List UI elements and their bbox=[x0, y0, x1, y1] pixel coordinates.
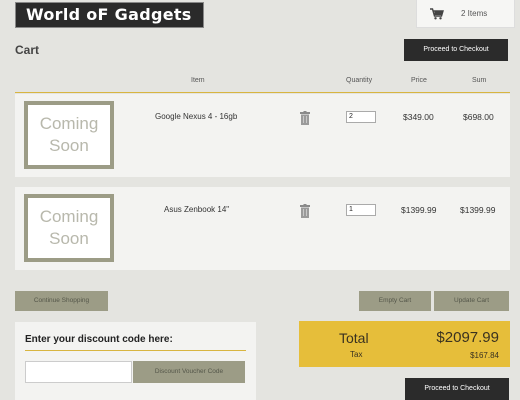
total-label: Total bbox=[339, 330, 369, 346]
proceed-to-checkout-button-top[interactable]: Proceed to Checkout bbox=[404, 39, 508, 61]
total-value: $2097.99 bbox=[436, 329, 499, 346]
item-sum: $1399.99 bbox=[460, 205, 496, 215]
empty-cart-button[interactable]: Empty Cart bbox=[359, 291, 431, 311]
trash-icon[interactable] bbox=[300, 204, 310, 218]
header-divider bbox=[15, 92, 510, 93]
tax-label: Tax bbox=[350, 350, 363, 359]
discount-voucher-button[interactable]: Discount Voucher Code bbox=[133, 361, 245, 383]
proceed-to-checkout-button-bottom[interactable]: Proceed to Checkout bbox=[405, 378, 509, 400]
item-price: $349.00 bbox=[403, 112, 434, 122]
product-image: Coming Soon bbox=[24, 194, 114, 262]
quantity-input[interactable]: 2 bbox=[346, 111, 376, 123]
site-logo[interactable]: World oF Gadgets bbox=[15, 2, 204, 28]
shopping-cart-icon bbox=[430, 7, 444, 19]
discount-underline bbox=[25, 350, 246, 351]
product-name[interactable]: Google Nexus 4 - 16gb bbox=[155, 112, 237, 121]
placeholder-text: Soon bbox=[49, 229, 89, 248]
column-header-price: Price bbox=[411, 77, 427, 84]
column-header-sum: Sum bbox=[472, 77, 487, 84]
discount-panel: Enter your discount code here: Discount … bbox=[15, 322, 256, 400]
item-price: $1399.99 bbox=[401, 205, 437, 215]
column-header-item: Item bbox=[191, 77, 205, 84]
trash-icon[interactable] bbox=[300, 111, 310, 125]
order-total-box: Total $2097.99 Tax $167.84 bbox=[299, 321, 510, 367]
cart-count: 2 Items bbox=[461, 9, 488, 18]
placeholder-text: Coming bbox=[39, 114, 99, 133]
column-header-quantity: Quantity bbox=[346, 77, 373, 84]
update-cart-button[interactable]: Update Cart bbox=[434, 291, 509, 311]
product-name[interactable]: Asus Zenbook 14" bbox=[164, 205, 229, 214]
tax-value: $167.84 bbox=[470, 351, 499, 360]
cart-row: Coming Soon Google Nexus 4 - 16gb 2 $349… bbox=[15, 94, 510, 177]
continue-shopping-button[interactable]: Continue Shopping bbox=[15, 291, 108, 311]
item-sum: $698.00 bbox=[463, 112, 494, 122]
discount-code-input[interactable] bbox=[25, 361, 132, 383]
discount-heading: Enter your discount code here: bbox=[25, 334, 173, 345]
product-image: Coming Soon bbox=[24, 101, 114, 169]
placeholder-text: Soon bbox=[49, 136, 89, 155]
cart-row: Coming Soon Asus Zenbook 14" 1 $1399.99 … bbox=[15, 187, 510, 270]
placeholder-text: Coming bbox=[39, 207, 99, 226]
quantity-input[interactable]: 1 bbox=[346, 204, 376, 216]
page-title: Cart bbox=[15, 43, 40, 57]
cart-summary-button[interactable]: 2 Items bbox=[416, 0, 515, 28]
